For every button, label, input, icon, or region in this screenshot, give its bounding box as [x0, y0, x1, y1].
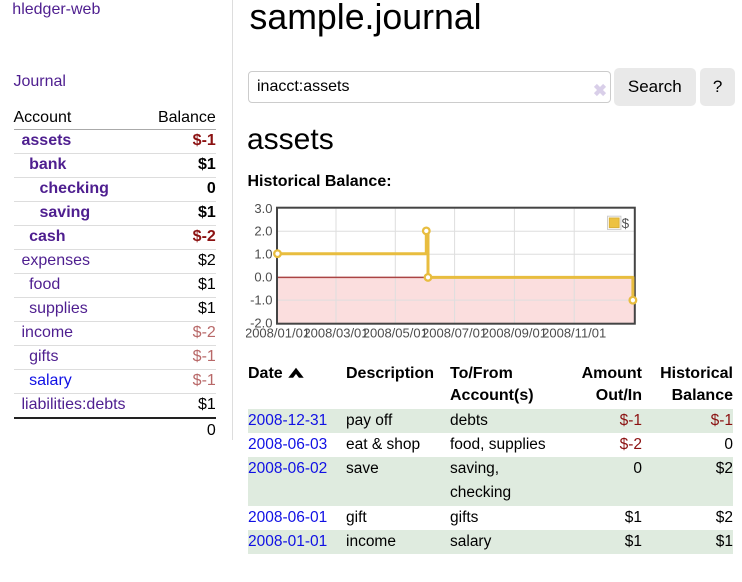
svg-text:2.0: 2.0 — [254, 224, 272, 239]
svg-text:$: $ — [622, 216, 630, 231]
svg-text:2008/03/01: 2008/03/01 — [303, 326, 368, 341]
svg-text:2008/11/01: 2008/11/01 — [542, 326, 606, 341]
svg-text:-1.0: -1.0 — [250, 292, 272, 307]
svg-text:3.0: 3.0 — [254, 201, 272, 216]
svg-text:2008/05/01: 2008/05/01 — [363, 326, 428, 341]
svg-text:0.0: 0.0 — [254, 270, 272, 285]
svg-text:1.0: 1.0 — [254, 247, 272, 262]
svg-text:2008/07/01: 2008/07/01 — [422, 326, 487, 341]
svg-text:2008/09/01: 2008/09/01 — [482, 326, 547, 341]
svg-text:2008/01/01: 2008/01/01 — [246, 326, 310, 341]
